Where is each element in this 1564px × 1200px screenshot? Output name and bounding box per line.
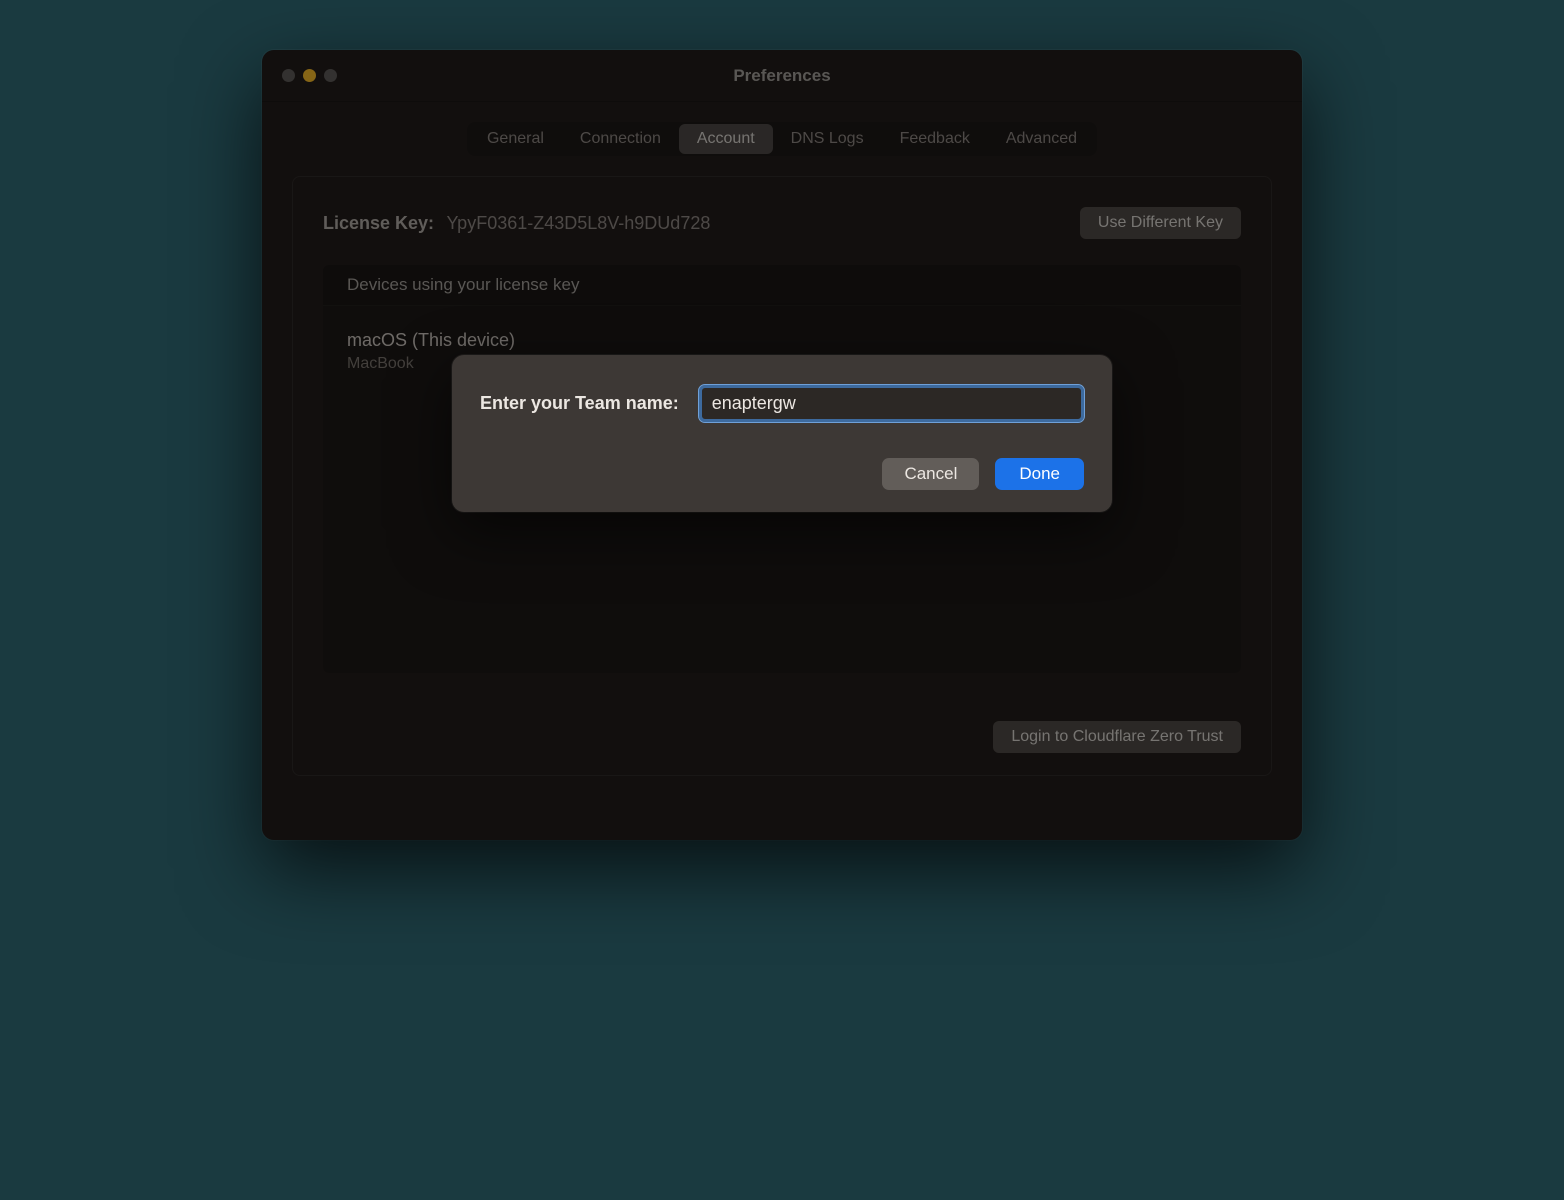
- dialog-actions: Cancel Done: [480, 458, 1084, 490]
- preferences-window: Preferences General Connection Account D…: [262, 50, 1302, 840]
- cancel-button[interactable]: Cancel: [882, 458, 979, 490]
- dialog-input-row: Enter your Team name:: [480, 385, 1084, 422]
- done-button[interactable]: Done: [995, 458, 1084, 490]
- team-name-label: Enter your Team name:: [480, 393, 679, 414]
- team-name-input[interactable]: [699, 385, 1084, 422]
- team-name-dialog: Enter your Team name: Cancel Done: [452, 355, 1112, 512]
